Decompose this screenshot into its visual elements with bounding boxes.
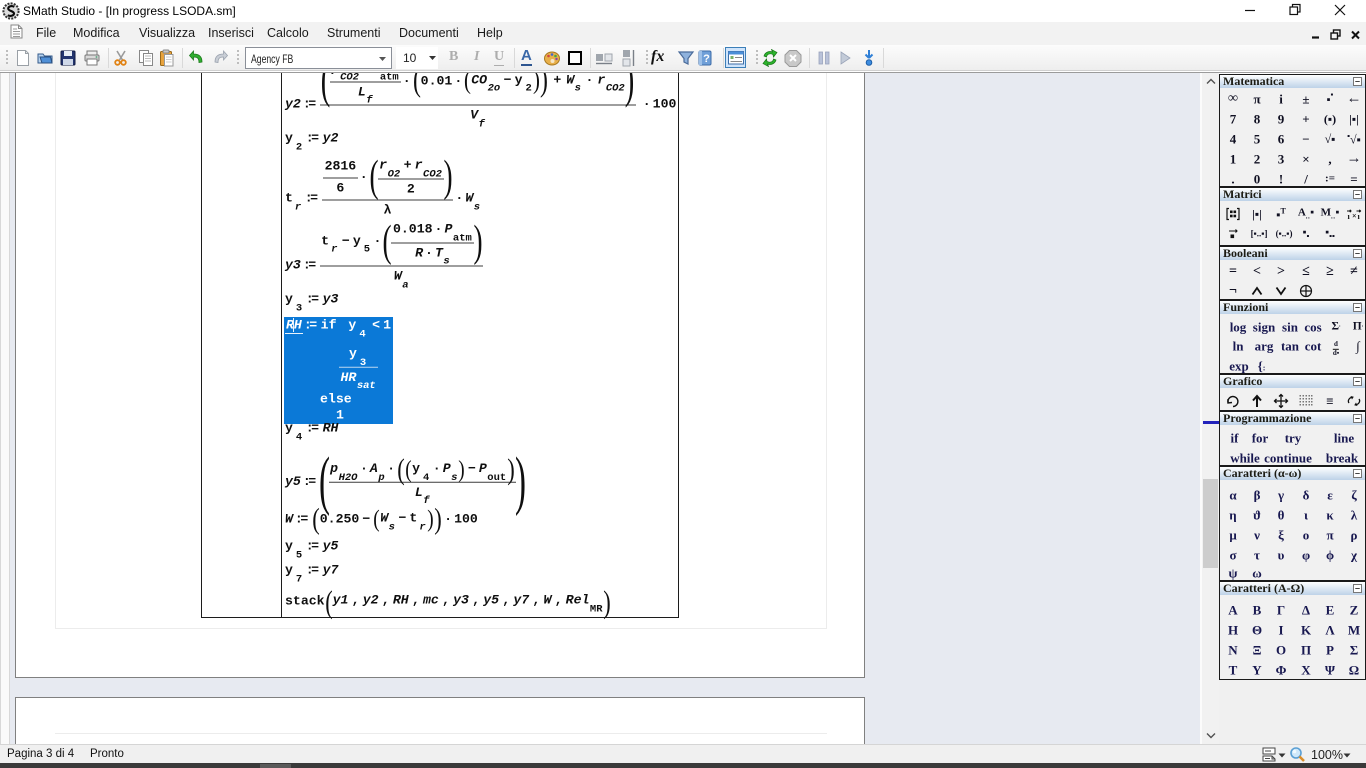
svg-text:?: ?	[703, 53, 710, 65]
svg-text:×: ×	[1352, 212, 1357, 221]
svg-text:ı: ı	[1358, 212, 1361, 220]
svg-text:ı: ı	[1348, 212, 1351, 220]
